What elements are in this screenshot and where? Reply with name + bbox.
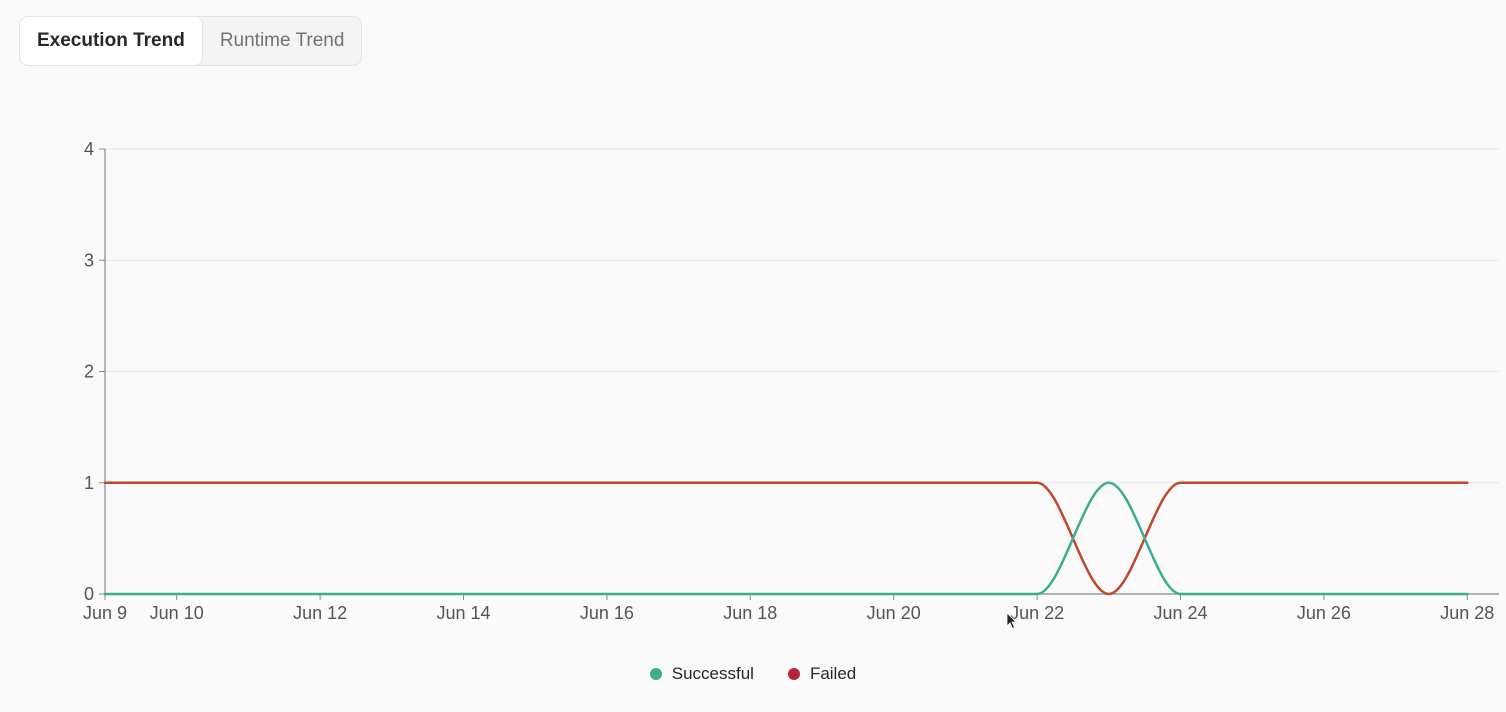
legend-label-successful: Successful xyxy=(671,664,754,683)
execution-trend-chart: 0 1 2 3 4 Jun 9 Jun 10 Jun 12 Jun 14 Jun 16 Jun 18… xyxy=(83,139,1499,623)
legend-label-failed: Failed xyxy=(809,664,857,683)
x-tick-label: Jun 12 xyxy=(293,603,347,623)
y-tick-label-2: 2 xyxy=(84,362,94,382)
chart-legend: Successful Failed xyxy=(0,662,1506,686)
y-tick-label-0: 0 xyxy=(84,584,94,604)
legend-item-successful[interactable]: Successful xyxy=(649,664,754,684)
legend-item-failed[interactable]: Failed xyxy=(787,664,857,684)
y-tick-label-1: 1 xyxy=(84,473,94,493)
x-tick-label: Jun 9 xyxy=(83,603,127,623)
x-tick-label: Jun 18 xyxy=(723,603,777,623)
x-tick-label: Jun 16 xyxy=(580,603,634,623)
x-tick-label: Jun 26 xyxy=(1297,603,1351,623)
x-tick-label: Jun 20 xyxy=(867,603,921,623)
x-tick-label: Jun 10 xyxy=(150,603,204,623)
x-tick-label: Jun 24 xyxy=(1153,603,1207,623)
y-tick-label-4: 4 xyxy=(84,139,94,159)
series-line-failed xyxy=(103,481,1469,596)
legend-dot-failed xyxy=(787,668,800,680)
x-tick-label: Jun 22 xyxy=(1010,603,1064,623)
x-tick-label: Jun 14 xyxy=(436,603,490,623)
mouse-cursor-icon xyxy=(1006,612,1017,630)
x-tick-label: Jun 28 xyxy=(1440,603,1494,623)
series-line-successful xyxy=(103,481,1469,596)
execution-trend-panel: Execution Trend Runtime Trend 0 1 2 3 4 Jun 9… xyxy=(0,0,1506,712)
legend-dot-successful xyxy=(649,668,662,680)
y-tick-label-3: 3 xyxy=(84,250,94,270)
